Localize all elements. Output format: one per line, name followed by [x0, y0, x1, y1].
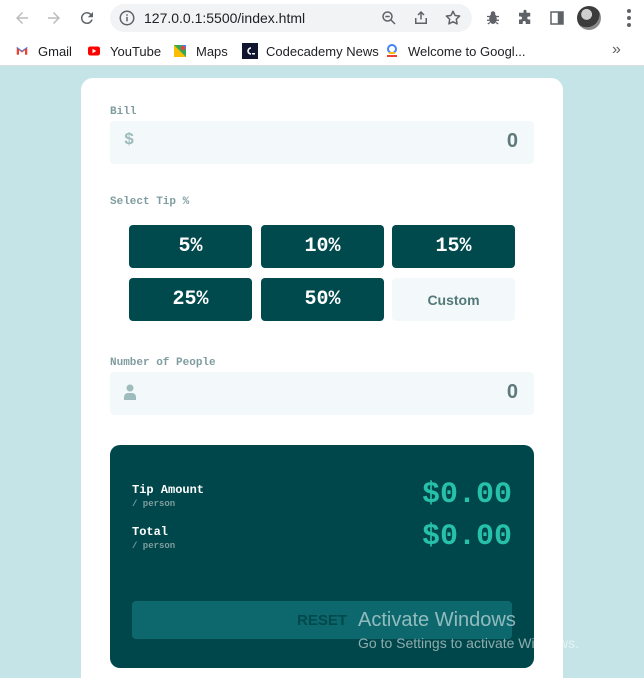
tip-label: Select Tip % — [110, 196, 190, 208]
side-panel-button[interactable] — [547, 8, 567, 28]
url-text[interactable]: 127.0.0.1:5500/index.html — [144, 10, 305, 26]
forward-button[interactable] — [42, 6, 66, 30]
browser-toolbar: 127.0.0.1:5500/index.html — [0, 0, 644, 36]
total-per-person-label: / person — [132, 541, 176, 551]
tip-5-button[interactable]: 5% — [129, 225, 252, 268]
total-label: Total — [132, 525, 169, 539]
bookmark-codecademy[interactable]: Codecademy News — [242, 41, 379, 61]
zoom-icon[interactable] — [380, 9, 398, 27]
bookmark-label: Welcome to Googl... — [408, 43, 526, 59]
puzzle-icon — [519, 9, 531, 24]
bill-input[interactable]: $ 0 — [110, 121, 534, 164]
tip-amount-per-person-label: / person — [132, 499, 176, 509]
people-label: Number of People — [110, 357, 216, 369]
back-button[interactable] — [10, 6, 34, 30]
tip-10-button[interactable]: 10% — [261, 225, 384, 268]
result-panel: Tip Amount / person $0.00 Total / person… — [110, 445, 534, 668]
bookmark-label: Gmail — [38, 43, 72, 59]
people-value[interactable]: 0 — [507, 381, 518, 404]
tip-amount-value: $0.00 — [421, 478, 512, 512]
gmail-icon — [14, 43, 30, 59]
bug-extension-button[interactable] — [483, 8, 503, 28]
bookmark-google-cloud[interactable]: Welcome to Googl... — [384, 41, 526, 61]
bookmarks-overflow-button[interactable]: » — [612, 41, 621, 59]
tip-15-button[interactable]: 15% — [392, 225, 515, 268]
extensions-button[interactable] — [515, 8, 535, 28]
bookmark-gmail[interactable]: Gmail — [14, 41, 72, 61]
arrow-right-icon — [48, 12, 60, 24]
reset-button[interactable]: RESET — [132, 601, 512, 639]
address-bar[interactable]: 127.0.0.1:5500/index.html — [110, 4, 472, 32]
bill-label: Bill — [110, 106, 137, 118]
calculator-card: Bill $ 0 Select Tip % 5% 10% 15% 25% 50%… — [81, 78, 563, 678]
side-panel-icon — [550, 11, 564, 25]
arrow-left-icon — [16, 12, 28, 24]
bookmark-youtube[interactable]: YouTube — [86, 41, 161, 61]
codecademy-icon — [242, 43, 258, 59]
tip-custom-input[interactable]: Custom — [392, 278, 515, 321]
star-icon[interactable] — [444, 9, 462, 27]
youtube-icon — [86, 43, 102, 59]
google-cloud-icon — [384, 43, 400, 59]
info-icon[interactable] — [118, 9, 136, 27]
total-value: $0.00 — [421, 520, 512, 554]
bookmark-label: YouTube — [110, 43, 162, 59]
people-input[interactable]: 0 — [110, 372, 534, 415]
bookmark-label: Maps — [196, 43, 228, 59]
share-icon[interactable] — [412, 9, 430, 27]
bookmarks-bar: Gmail YouTube Maps Codecademy News Welco… — [0, 36, 644, 66]
profile-avatar[interactable] — [577, 6, 601, 30]
maps-icon — [172, 43, 188, 59]
bug-icon — [487, 11, 499, 25]
dollar-icon: $ — [124, 131, 135, 150]
reload-button[interactable] — [75, 6, 99, 30]
menu-button[interactable] — [619, 8, 639, 28]
tip-25-button[interactable]: 25% — [129, 278, 252, 321]
tip-50-button[interactable]: 50% — [261, 278, 384, 321]
bookmark-maps[interactable]: Maps — [172, 41, 228, 61]
tip-amount-label: Tip Amount — [132, 483, 205, 497]
reload-icon — [80, 12, 93, 25]
bookmark-label: Codecademy News — [266, 43, 379, 59]
bill-value[interactable]: 0 — [507, 130, 518, 153]
person-icon — [124, 384, 136, 400]
